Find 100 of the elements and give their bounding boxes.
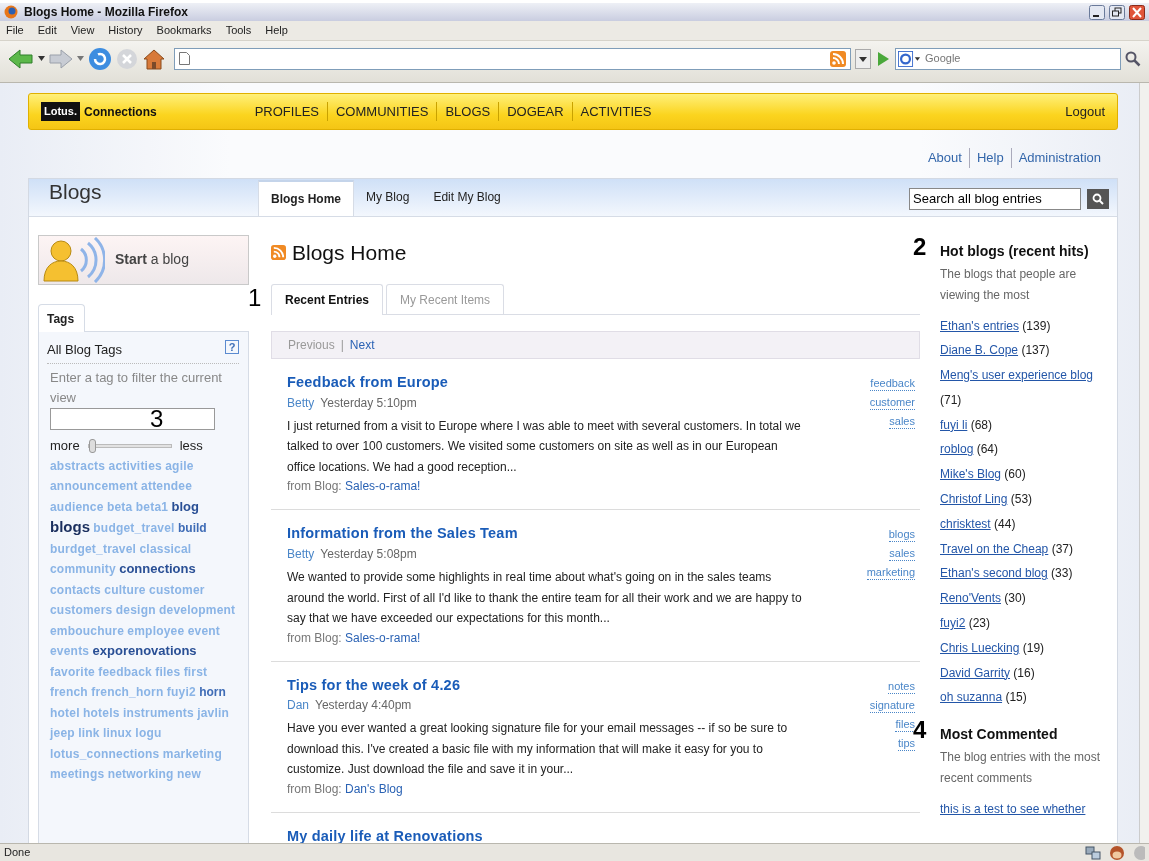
ranking-link[interactable]: Reno'Vents — [940, 591, 1001, 606]
tag-link[interactable]: event — [187, 623, 221, 638]
help-icon[interactable]: ? — [225, 339, 239, 354]
tag-link[interactable]: classical — [139, 541, 192, 556]
tag-link[interactable]: jeep — [50, 726, 75, 740]
menu-item[interactable]: View — [70, 22, 95, 39]
search-field[interactable]: Search all blog entries — [909, 187, 1081, 210]
hit-count: (68) — [970, 417, 993, 432]
ranking-link[interactable]: oh suzanna — [940, 690, 1003, 705]
menu-item[interactable]: Bookmarks — [156, 22, 212, 39]
nav-link[interactable]: ACTIVITIES — [571, 101, 660, 122]
menu-item[interactable]: Help — [265, 22, 288, 39]
tag-link[interactable]: build — [178, 521, 207, 535]
separator: | — [340, 338, 344, 352]
search-field[interactable]: Google — [895, 47, 1121, 70]
entry-title-link[interactable]: Information from the Sales Team — [287, 525, 518, 542]
tag-link[interactable]: tips — [897, 735, 915, 751]
source-link[interactable]: Sales-o-rama! — [345, 479, 421, 494]
tag-link[interactable]: blog — [171, 498, 199, 514]
hit-count: (71) — [940, 392, 962, 407]
menu-item[interactable]: History — [108, 22, 143, 39]
close-button[interactable] — [1129, 4, 1145, 20]
ranking-link[interactable]: Ethan's second blog — [940, 566, 1048, 581]
logout-link[interactable]: Logout — [1065, 101, 1105, 122]
ranking-link[interactable]: Christof Ling — [940, 492, 1008, 507]
author-link[interactable]: Dan — [287, 698, 309, 713]
ranking-link[interactable]: fuyi2 — [940, 616, 966, 631]
rss-icon[interactable] — [271, 244, 286, 260]
tab[interactable]: Edit My Blog — [421, 179, 513, 216]
dropdown-icon[interactable] — [855, 48, 871, 69]
hit-count: (16) — [1013, 665, 1035, 680]
entry-link[interactable]: this is a test to see whether — [940, 802, 1086, 817]
pager-link[interactable]: Next — [349, 338, 375, 352]
ranking-link[interactable]: fuyi li — [940, 417, 968, 432]
tag-link[interactable]: blogs — [50, 518, 90, 535]
minimize-button[interactable] — [1089, 4, 1105, 20]
ranking-link[interactable]: David Garrity — [940, 665, 1010, 680]
search-engine-icon[interactable] — [898, 49, 921, 68]
utility-link[interactable]: Administration — [1010, 148, 1108, 168]
menu-item[interactable]: Edit — [37, 22, 57, 39]
entry-title-link[interactable]: My daily life at Renovations — [287, 827, 483, 843]
tab[interactable]: My Blog — [354, 179, 422, 216]
dropdown-icon[interactable] — [38, 55, 45, 62]
ranking-link[interactable]: Mike's Blog — [940, 467, 1001, 482]
entry-title-link[interactable]: Tips for the week of 4.26 — [287, 676, 461, 693]
hit-count: (33) — [1051, 566, 1073, 581]
tag-link[interactable]: exporenovations — [92, 643, 197, 658]
ranking-link[interactable]: Meng's user experience blog — [940, 368, 1094, 383]
tag-link[interactable]: feedback — [870, 376, 915, 391]
nav-link[interactable]: BLOGS — [436, 101, 499, 122]
tag-link[interactable]: sales — [889, 546, 915, 562]
tab[interactable]: My Recent Items — [386, 284, 505, 314]
tag-link[interactable]: blogs — [888, 527, 915, 543]
scrollbar[interactable] — [1139, 83, 1149, 843]
ranking-link[interactable]: chrisktest — [940, 516, 991, 531]
ranking-link[interactable]: Chris Luecking — [940, 640, 1020, 655]
tag-link[interactable]: customer — [869, 395, 915, 410]
author-link[interactable]: Betty — [287, 547, 315, 561]
tag-link[interactable]: development — [159, 603, 236, 617]
menu-item[interactable]: Tools — [225, 22, 252, 39]
start-blog-button[interactable]: Start a blog — [38, 234, 249, 285]
rss-icon[interactable] — [830, 50, 846, 67]
hit-count: (23) — [968, 616, 991, 631]
restore-button[interactable] — [1109, 4, 1125, 20]
tag-link[interactable]: marketing — [866, 565, 915, 581]
nav-link[interactable]: PROFILES — [254, 101, 327, 122]
callout-number: 1 — [248, 286, 262, 310]
slider-thumb[interactable] — [88, 438, 96, 453]
ranking-link[interactable]: Diane B. Cope — [940, 343, 1019, 358]
search-button[interactable] — [1087, 188, 1109, 209]
tag-link[interactable]: link — [78, 726, 100, 740]
network-icon[interactable] — [1085, 845, 1101, 860]
source-link[interactable]: Sales-o-rama! — [345, 630, 421, 645]
tag-link[interactable]: connections — [119, 561, 196, 576]
nav-link[interactable]: COMMUNITIES — [326, 101, 437, 122]
section-description: The blogs that people are viewing the most — [940, 265, 1078, 304]
menu-item[interactable]: File — [6, 22, 24, 39]
ranking-link[interactable]: roblog — [940, 442, 974, 457]
tag-link[interactable]: favorite — [50, 664, 95, 679]
utility-link[interactable]: About — [920, 148, 969, 168]
tag-filter-field[interactable] — [50, 408, 215, 430]
search-icon[interactable] — [1125, 50, 1141, 67]
tag-link[interactable]: signature — [869, 697, 915, 713]
tag-link[interactable]: french — [50, 685, 88, 699]
tab[interactable]: Blogs Home — [258, 179, 354, 216]
ranking-link[interactable]: Ethan's entries — [940, 318, 1019, 333]
reload-button[interactable] — [88, 46, 112, 71]
utility-link[interactable]: Help — [968, 148, 1011, 168]
nav-link[interactable]: DOGEAR — [498, 101, 572, 122]
ranking-link[interactable]: Travel on the Cheap — [940, 541, 1049, 556]
tag-link[interactable]: horn — [199, 685, 226, 699]
tab[interactable]: Recent Entries — [271, 284, 384, 315]
tags-tab[interactable]: Tags — [38, 303, 86, 332]
hit-count: (60) — [1004, 467, 1026, 482]
tag-link[interactable]: notes — [888, 678, 915, 694]
tag-link[interactable]: sales — [889, 414, 915, 429]
entry-title-link[interactable]: Feedback from Europe — [287, 374, 449, 390]
author-link[interactable]: Betty — [287, 395, 315, 410]
source-link[interactable]: Dan's Blog — [345, 781, 403, 796]
home-button[interactable] — [142, 47, 166, 70]
